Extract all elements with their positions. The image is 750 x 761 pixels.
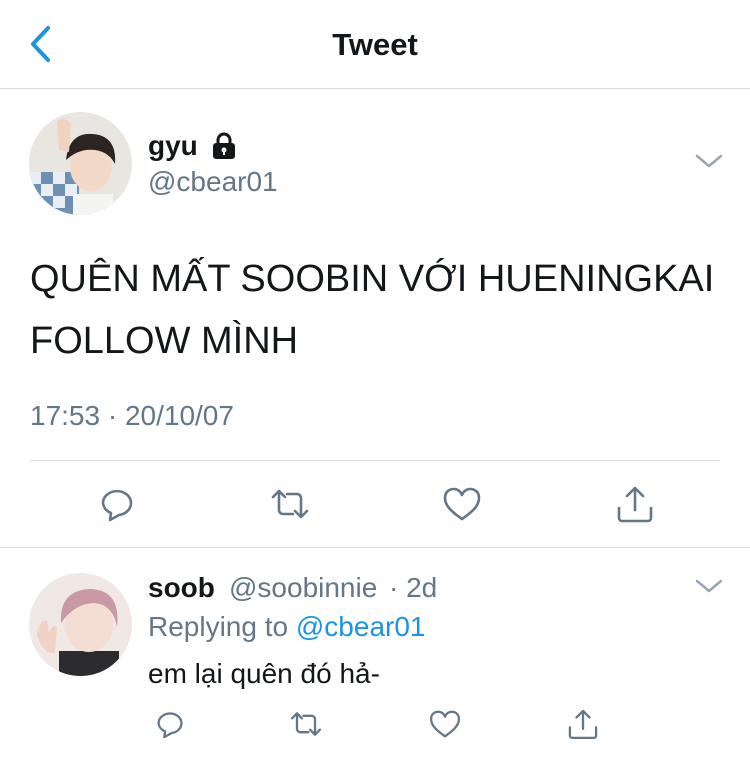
replying-to: Replying to @cbear01 xyxy=(148,611,425,643)
replying-to-mention[interactable]: @cbear01 xyxy=(296,611,426,642)
share-icon xyxy=(617,486,653,523)
reply-retweet-button[interactable] xyxy=(288,706,324,742)
reply-icon xyxy=(101,489,133,522)
lock-icon xyxy=(213,132,235,159)
reply-reply-button[interactable] xyxy=(152,706,188,742)
reply-like-button[interactable] xyxy=(427,706,463,742)
retweet-icon xyxy=(290,712,322,736)
reply-author-handle[interactable]: @soobinnie xyxy=(229,572,377,604)
reply-age: · 2d xyxy=(389,572,438,603)
tweet-text: QUÊN MẤT SOOBIN VỚI HUENINGKAI FOLLOW MÌ… xyxy=(30,248,730,372)
like-button[interactable] xyxy=(440,482,484,526)
tweet-text-line: FOLLOW MÌNH xyxy=(30,320,299,362)
divider xyxy=(0,547,750,548)
tweet-menu-button[interactable] xyxy=(694,151,724,171)
chevron-down-icon xyxy=(695,154,723,168)
reply-author-avatar[interactable] xyxy=(29,573,132,676)
share-icon xyxy=(568,709,598,740)
reply-text: em lại quên đó hả- xyxy=(148,658,380,689)
reply-icon xyxy=(157,712,183,739)
author-name[interactable]: gyu xyxy=(148,130,198,162)
like-icon xyxy=(429,710,461,738)
retweet-icon xyxy=(271,489,309,519)
like-icon xyxy=(443,487,481,521)
replying-to-label: Replying to xyxy=(148,611,289,642)
author-handle[interactable]: @cbear01 xyxy=(148,166,278,198)
reply-menu-button[interactable] xyxy=(694,576,724,596)
chevron-down-icon xyxy=(695,579,723,593)
divider xyxy=(30,460,720,461)
reply-button[interactable] xyxy=(95,482,139,526)
reply-share-button[interactable] xyxy=(565,706,601,742)
tweet-timestamp: 17:53 · 20/10/07 xyxy=(30,400,234,431)
top-bar: Tweet xyxy=(0,0,750,89)
page-title: Tweet xyxy=(332,27,418,62)
share-button[interactable] xyxy=(613,482,657,526)
author-avatar[interactable] xyxy=(29,112,132,215)
reply-author-name[interactable]: soob xyxy=(148,572,215,604)
tweet-text-line: QUÊN MẤT SOOBIN VỚI HUENINGKAI xyxy=(30,258,715,300)
retweet-button[interactable] xyxy=(268,482,312,526)
